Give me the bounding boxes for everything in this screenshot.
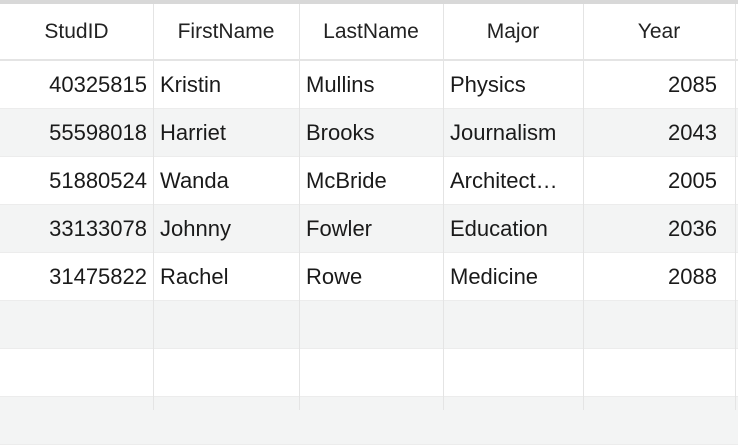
column-divider[interactable]	[735, 4, 736, 410]
cell-studid[interactable]: 31475822	[0, 253, 153, 300]
cell-lastname[interactable]: Mullins	[299, 61, 443, 108]
table-row[interactable]: 33133078 Johnny Fowler Education 2036	[0, 205, 738, 253]
empty-row	[0, 301, 738, 349]
cell-major[interactable]: Education	[443, 205, 583, 252]
cell-year[interactable]: 2005	[583, 157, 735, 204]
table-row[interactable]: 40325815 Kristin Mullins Physics 2085	[0, 61, 738, 109]
cell-major[interactable]: Journalism	[443, 109, 583, 156]
cell-studid[interactable]: 55598018	[0, 109, 153, 156]
table-row[interactable]: 55598018 Harriet Brooks Journalism 2043	[0, 109, 738, 157]
empty-row	[0, 349, 738, 397]
cell-lastname[interactable]: Fowler	[299, 205, 443, 252]
cell-lastname[interactable]: Rowe	[299, 253, 443, 300]
column-header-studid[interactable]: StudID	[0, 4, 153, 59]
cell-firstname[interactable]: Johnny	[153, 205, 299, 252]
cell-studid[interactable]: 33133078	[0, 205, 153, 252]
cell-firstname[interactable]: Harriet	[153, 109, 299, 156]
cell-year[interactable]: 2085	[583, 61, 735, 108]
column-divider[interactable]	[299, 4, 300, 410]
cell-year[interactable]: 2036	[583, 205, 735, 252]
cell-studid[interactable]: 51880524	[0, 157, 153, 204]
empty-row	[0, 397, 738, 445]
column-divider[interactable]	[583, 4, 584, 410]
column-header-lastname[interactable]: LastName	[299, 4, 443, 59]
cell-lastname[interactable]: Brooks	[299, 109, 443, 156]
cell-studid[interactable]: 40325815	[0, 61, 153, 108]
table-row[interactable]: 31475822 Rachel Rowe Medicine 2088	[0, 253, 738, 301]
cell-firstname[interactable]: Kristin	[153, 61, 299, 108]
cell-firstname[interactable]: Rachel	[153, 253, 299, 300]
column-header-major[interactable]: Major	[443, 4, 583, 59]
column-divider[interactable]	[153, 4, 154, 410]
cell-firstname[interactable]: Wanda	[153, 157, 299, 204]
cell-major[interactable]: Architect…	[443, 157, 583, 204]
cell-lastname[interactable]: McBride	[299, 157, 443, 204]
cell-year[interactable]: 2043	[583, 109, 735, 156]
column-header-firstname[interactable]: FirstName	[153, 4, 299, 59]
data-grid: StudID FirstName LastName Major Year 403…	[0, 4, 738, 445]
table-row[interactable]: 51880524 Wanda McBride Architect… 2005	[0, 157, 738, 205]
cell-year[interactable]: 2088	[583, 253, 735, 300]
table-header-row: StudID FirstName LastName Major Year	[0, 4, 738, 61]
column-header-year[interactable]: Year	[583, 4, 735, 59]
column-divider[interactable]	[443, 4, 444, 410]
cell-major[interactable]: Physics	[443, 61, 583, 108]
cell-major[interactable]: Medicine	[443, 253, 583, 300]
